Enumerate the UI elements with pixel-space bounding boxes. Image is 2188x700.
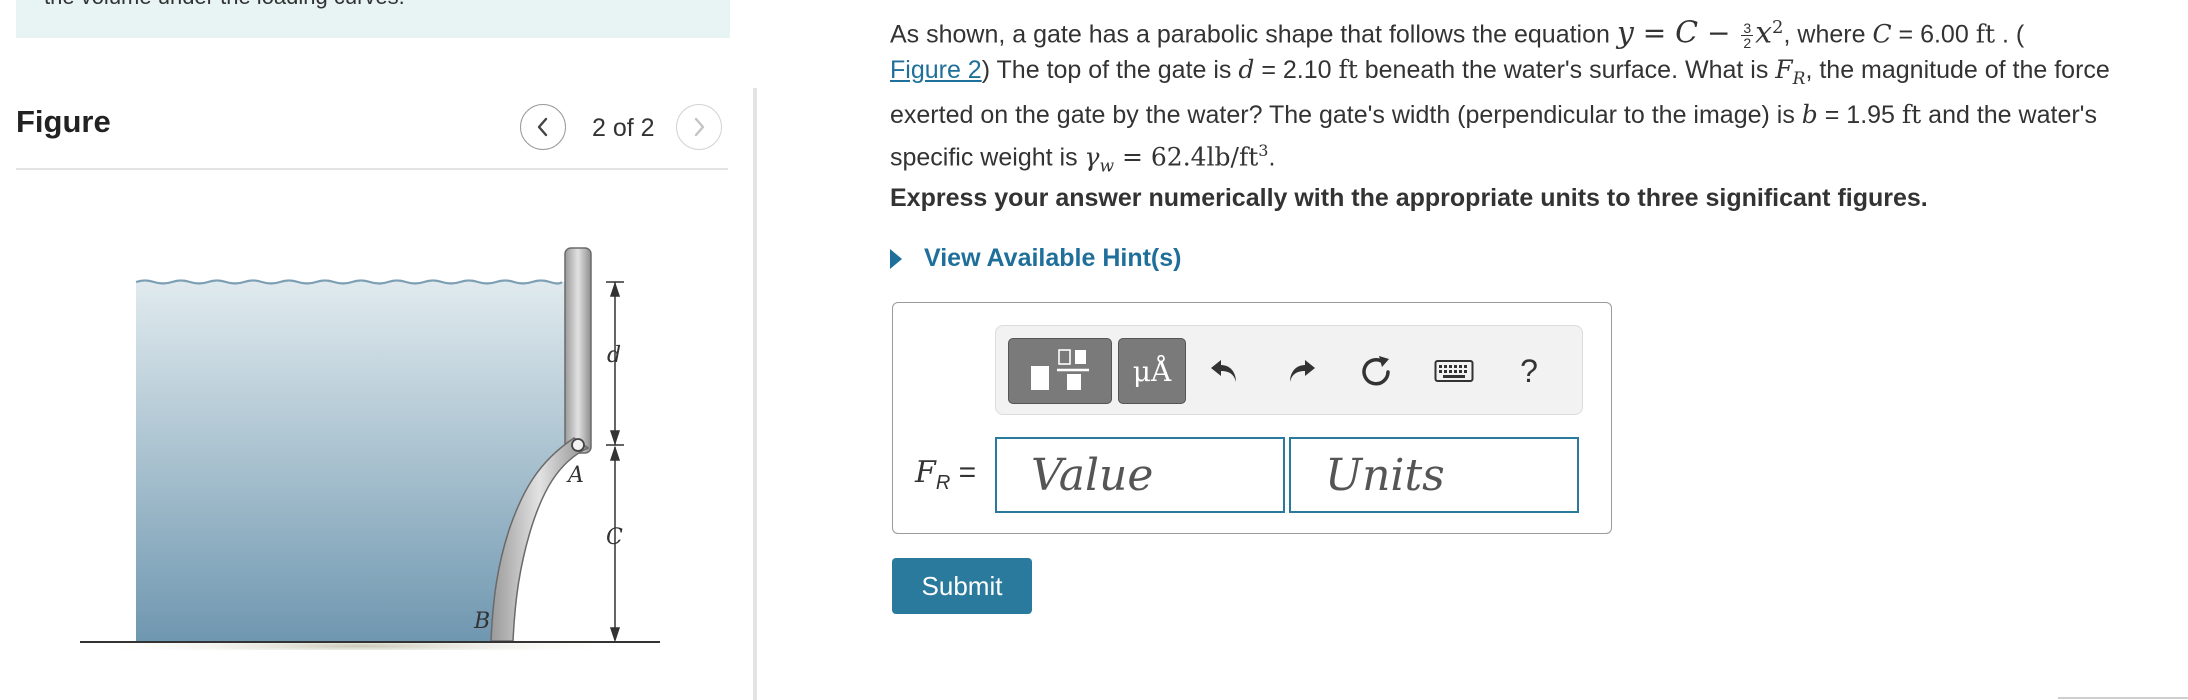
question-panel: As shown, a gate has a parabolic shape t… (890, 0, 2180, 700)
previous-section-note: the volume under the loading curves. (16, 0, 730, 38)
figure-2-link[interactable]: Figure 2 (890, 56, 982, 84)
chevron-left-icon (537, 117, 548, 137)
keyboard-icon (1434, 360, 1474, 382)
redo-button[interactable] (1274, 338, 1330, 404)
units-input[interactable] (1289, 437, 1579, 513)
submit-button[interactable]: Submit (892, 558, 1032, 614)
figure-title: Figure (16, 104, 111, 139)
templates-button[interactable] (1008, 338, 1112, 404)
next-figure-button[interactable] (676, 104, 722, 150)
vertical-wall (564, 247, 592, 454)
corner-edge (2058, 697, 2188, 699)
answer-box: μÅ ? FR = Value Units (892, 302, 1612, 534)
label-d: d (607, 343, 621, 368)
hinge-a (571, 438, 585, 452)
figure-counter: 2 of 2 (592, 114, 655, 142)
label-b: B (473, 609, 490, 634)
figure-panel: the volume under the loading curves. Fig… (0, 0, 750, 700)
math-toolbar: μÅ ? (995, 325, 1583, 415)
reset-icon (1362, 356, 1390, 386)
keyboard-button[interactable] (1424, 338, 1484, 404)
view-hints-label: View Available Hint(s) (924, 244, 1182, 272)
dimension-d (606, 281, 624, 643)
help-button[interactable]: ? (1504, 338, 1554, 404)
undo-button[interactable] (1196, 338, 1252, 404)
view-hints-toggle[interactable]: View Available Hint(s) (890, 244, 1181, 273)
units-button[interactable]: μÅ (1118, 338, 1186, 404)
fraction-template-icon (1031, 349, 1089, 390)
panel-splitter[interactable] (753, 88, 757, 700)
undo-icon (1211, 360, 1236, 382)
answer-instruction: Express your answer numerically with the… (890, 184, 1928, 212)
figure-divider (16, 168, 728, 170)
previous-section-text: the volume under the loading curves. (44, 0, 405, 10)
label-a: A (566, 463, 584, 488)
value-input[interactable] (995, 437, 1285, 513)
chevron-right-icon (694, 117, 705, 137)
caret-right-icon (890, 248, 902, 269)
redo-icon (1290, 360, 1315, 382)
previous-figure-button[interactable] (520, 104, 566, 150)
fraction-three-halves: 32 (1741, 20, 1754, 52)
answer-label: FR = (915, 455, 977, 494)
reset-button[interactable] (1348, 338, 1404, 404)
problem-statement: As shown, a gate has a parabolic shape t… (890, 15, 2110, 177)
gate-diagram: d A C B (80, 247, 660, 650)
label-c: C (606, 525, 623, 550)
